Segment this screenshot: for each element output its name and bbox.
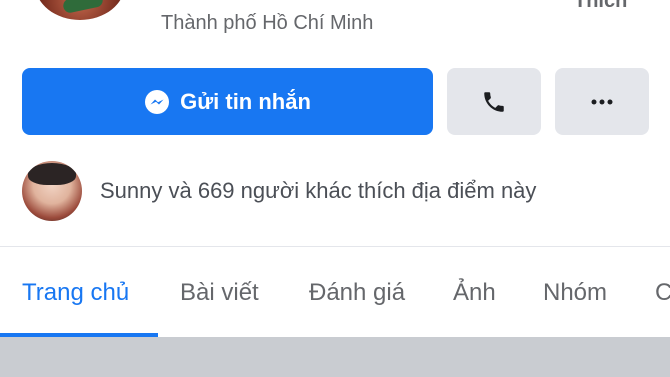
friends-like-row[interactable]: Sunny và 669 người khác thích địa điểm n… xyxy=(22,160,670,222)
more-options-button[interactable] xyxy=(555,68,649,135)
tab-home[interactable]: Trang chủ xyxy=(22,279,129,307)
page-avatar[interactable] xyxy=(35,0,125,20)
tab-reviews[interactable]: Đánh giá xyxy=(309,279,405,307)
friend-avatar xyxy=(22,161,82,221)
send-message-button[interactable]: Gửi tin nhắn xyxy=(22,68,433,135)
tab-more-partial[interactable]: C xyxy=(655,279,670,307)
tab-posts[interactable]: Bài viết xyxy=(180,279,259,307)
tab-photos[interactable]: Ảnh xyxy=(453,279,496,307)
tab-groups[interactable]: Nhóm xyxy=(543,279,607,307)
page-tabs: Trang chủ Bài viết Đánh giá Ảnh Nhóm C xyxy=(0,247,670,337)
like-status-partial[interactable]: Thích xyxy=(574,0,627,13)
more-dots-icon xyxy=(591,99,613,105)
call-button[interactable] xyxy=(447,68,541,135)
page-location: Thành phố Hồ Chí Minh xyxy=(161,12,374,34)
content-separator xyxy=(0,337,670,377)
friends-like-text: Sunny và 669 người khác thích địa điểm n… xyxy=(100,178,537,203)
phone-icon xyxy=(481,89,507,115)
messenger-icon xyxy=(144,89,170,115)
send-message-label: Gửi tin nhắn xyxy=(180,88,311,114)
